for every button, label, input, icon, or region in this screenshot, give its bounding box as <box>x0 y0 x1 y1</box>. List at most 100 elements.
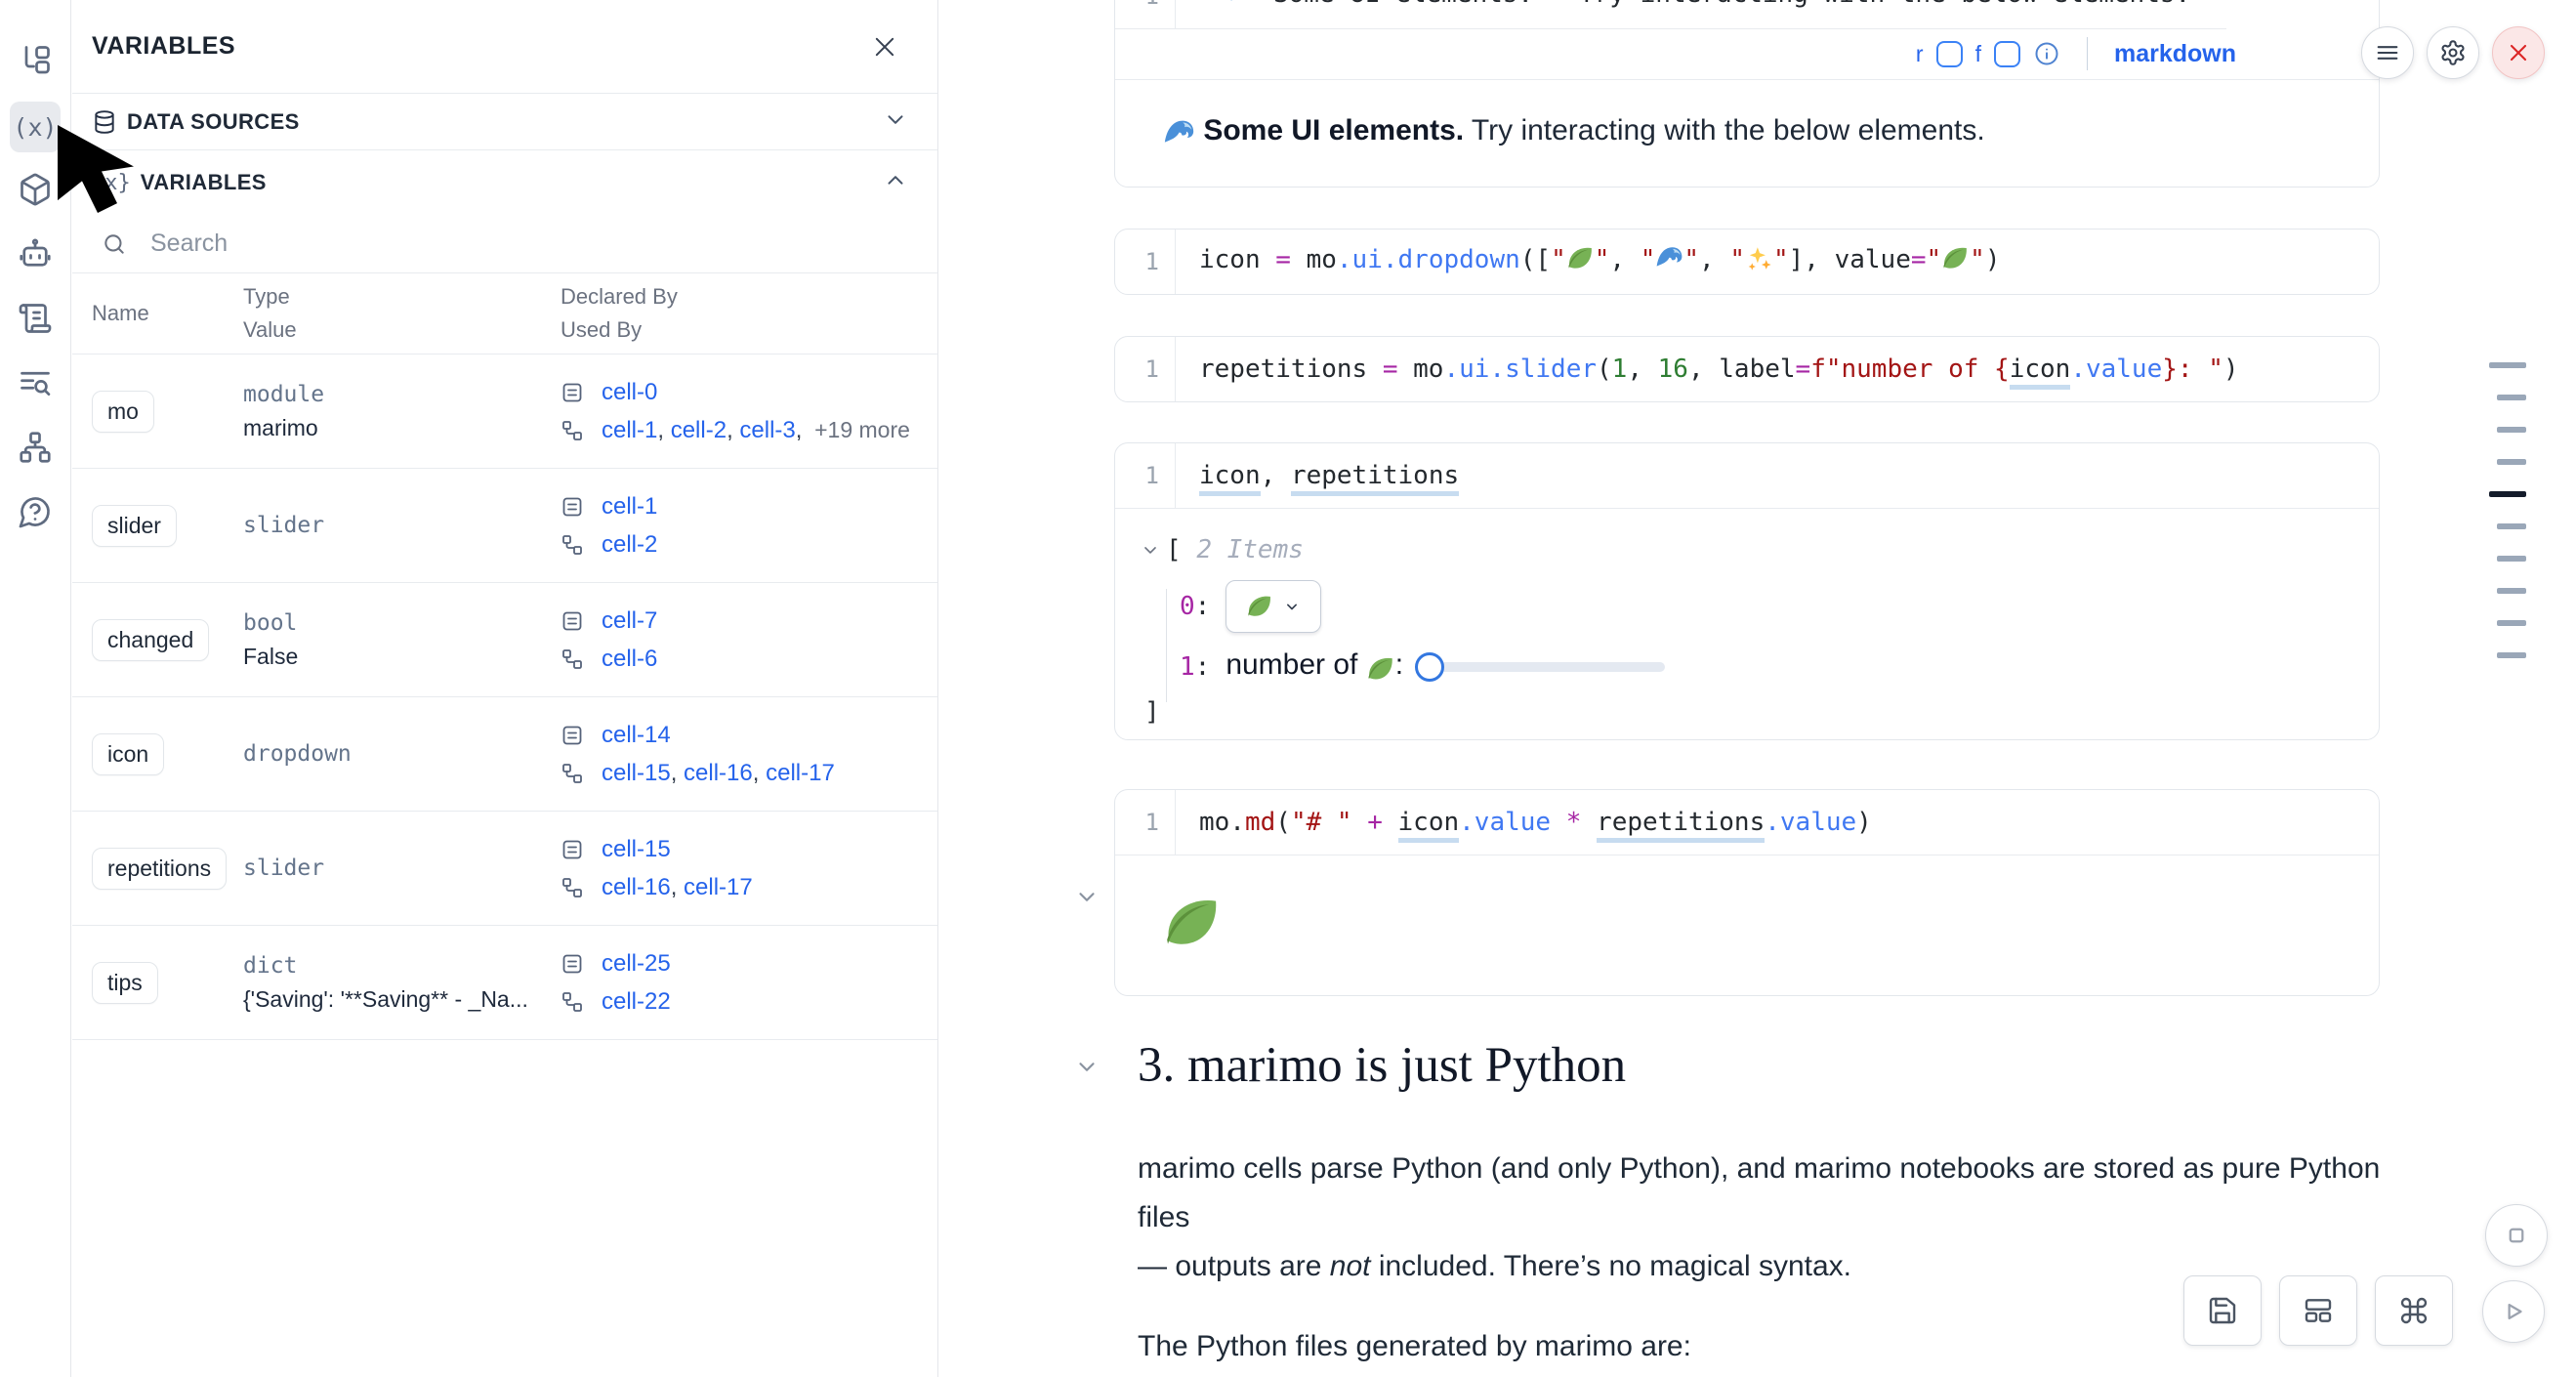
used-by-icon <box>561 647 584 671</box>
minimap-mark[interactable] <box>2497 556 2526 562</box>
cell-link[interactable]: cell-17 <box>684 874 753 900</box>
leaf-emoji <box>1366 653 1395 687</box>
variables-section-label: VARIABLES <box>141 170 883 195</box>
log-search-icon <box>18 365 53 405</box>
cell-link[interactable]: cell-7 <box>602 607 657 634</box>
code-line[interactable]: icon = mo.ui.dropdown(["", "", ""], valu… <box>1176 244 2000 279</box>
chevron-down-icon <box>1282 597 1302 616</box>
command-icon <box>2398 1295 2430 1326</box>
cell-link[interactable]: cell-0 <box>602 379 657 405</box>
code-cell: 1 icon, repetitions [ 2 Items 0: 1: <box>1114 442 2380 740</box>
code-cell: 1 repetitions = mo.ui.slider(1, 16, labe… <box>1114 336 2380 402</box>
leaf-emoji <box>1246 593 1273 620</box>
table-row: slider slider cell-1 cell-2 <box>72 469 937 583</box>
wave-emoji <box>1229 0 1258 14</box>
line-number: 1 <box>1115 337 1176 401</box>
cell-editor[interactable]: 1 icon = mo.ui.dropdown(["", "", ""], va… <box>1115 230 2379 294</box>
sidebar-item-logs[interactable] <box>10 359 61 410</box>
column-declared-used: Declared ByUsed By <box>561 280 918 347</box>
shortcuts-button[interactable] <box>2375 1275 2453 1346</box>
gear-icon <box>2439 39 2467 66</box>
interrupt-button[interactable] <box>2485 1204 2548 1267</box>
markdown-mode-label[interactable]: markdown <box>2114 40 2236 68</box>
minimap-mark[interactable] <box>2497 620 2526 626</box>
data-sources-section-header[interactable]: DATA SOURCES <box>72 94 937 150</box>
variable-name-badge: changed <box>92 619 209 661</box>
minimap-mark[interactable] <box>2489 362 2526 368</box>
minimap-mark[interactable] <box>2489 491 2526 497</box>
cell-link[interactable]: cell-14 <box>602 722 671 748</box>
code-line[interactable]: icon, repetitions <box>1176 461 1459 490</box>
menu-button[interactable] <box>2361 26 2414 79</box>
code-line[interactable]: mo.md("# " + icon.value * repetitions.va… <box>1176 808 1872 837</box>
sidebar-item-outline[interactable] <box>10 37 61 88</box>
markdown-cell-toolbar: r f markdown <box>1115 28 2379 79</box>
layout-icon <box>2303 1295 2334 1326</box>
tree-guide-line <box>1166 589 1167 702</box>
cell-link[interactable]: cell-15 <box>602 836 671 862</box>
f-checkbox[interactable] <box>1994 41 2020 67</box>
sidebar-item-snippets[interactable] <box>10 295 61 346</box>
sidebar-item-dependencies[interactable] <box>10 424 61 475</box>
cell-link[interactable]: cell-1 <box>602 417 657 443</box>
used-by-icon <box>561 762 584 785</box>
cell-link[interactable]: cell-2 <box>602 531 657 558</box>
toolbar-divider <box>2087 37 2088 70</box>
sidebar-item-ai[interactable] <box>10 230 61 281</box>
cell-link[interactable]: cell-3 <box>739 417 795 443</box>
search-input[interactable] <box>148 229 918 259</box>
package-icon <box>18 172 53 212</box>
code-line[interactable]: ** Some UI elements.** Try interacting w… <box>1176 0 2190 14</box>
icon-dropdown-select[interactable] <box>1226 580 1321 633</box>
declared-by-icon <box>561 609 584 633</box>
cell-link[interactable]: cell-2 <box>671 417 727 443</box>
cell-editor[interactable]: 1 mo.md("# " + icon.value * repetitions.… <box>1115 790 2379 855</box>
cell-link[interactable]: cell-6 <box>602 646 657 672</box>
sidebar-item-help[interactable] <box>10 488 61 539</box>
format-checkbox-label: f <box>1975 41 1981 67</box>
more-cells-label: +19 more <box>814 417 910 442</box>
slider-thumb[interactable] <box>1415 652 1444 682</box>
section-collapse-toggle[interactable] <box>1074 1054 1100 1084</box>
cell-link[interactable]: cell-22 <box>602 988 671 1015</box>
chevron-up-icon <box>883 168 908 198</box>
markdown-cell: 1 ** Some UI elements.** Try interacting… <box>1114 0 2380 188</box>
minimap-mark[interactable] <box>2497 523 2526 529</box>
cell-editor[interactable]: 1 ** Some UI elements.** Try interacting… <box>1115 0 2379 28</box>
minimap <box>2489 362 2526 685</box>
variables-section-header[interactable]: {x} VARIABLES <box>72 150 937 215</box>
cell-link[interactable]: cell-16 <box>684 760 753 786</box>
panel-header: VARIABLES <box>72 0 937 94</box>
close-panel-button[interactable] <box>871 33 898 61</box>
shutdown-button[interactable] <box>2492 26 2545 79</box>
run-button[interactable] <box>2482 1280 2545 1343</box>
repetitions-slider[interactable] <box>1419 662 1665 672</box>
cell-link[interactable]: cell-15 <box>602 760 671 786</box>
info-icon[interactable] <box>2033 40 2060 67</box>
tree-collapse-icon[interactable] <box>1141 540 1160 560</box>
table-row: tips dict{'Saving': '**Saving** - _Na...… <box>72 926 937 1040</box>
cell-editor[interactable]: 1 repetitions = mo.ui.slider(1, 16, labe… <box>1115 337 2379 401</box>
variables-panel: VARIABLES DATA SOURCES {x} VARIABLES Nam… <box>72 0 938 1377</box>
cell-link[interactable]: cell-16 <box>602 874 671 900</box>
minimap-mark[interactable] <box>2497 652 2526 658</box>
cell-link[interactable]: cell-25 <box>602 950 671 977</box>
settings-button[interactable] <box>2427 26 2479 79</box>
minimap-mark[interactable] <box>2497 427 2526 433</box>
sparkles-emoji <box>1745 244 1773 279</box>
cell-link[interactable]: cell-17 <box>766 760 835 786</box>
minimap-mark[interactable] <box>2497 395 2526 400</box>
minimap-mark[interactable] <box>2497 588 2526 594</box>
cell-collapse-toggle[interactable] <box>1074 884 1100 914</box>
close-icon <box>871 33 898 61</box>
cell-link[interactable]: cell-1 <box>602 493 657 520</box>
save-button[interactable] <box>2183 1275 2262 1346</box>
cell-editor[interactable]: 1 icon, repetitions <box>1115 443 2379 508</box>
code-cell: 1 mo.md("# " + icon.value * repetitions.… <box>1114 789 2380 996</box>
minimap-mark[interactable] <box>2497 459 2526 465</box>
markdown-output: Some UI elements. Try interacting with t… <box>1115 79 2379 187</box>
code-line[interactable]: repetitions = mo.ui.slider(1, 16, label=… <box>1176 355 2239 384</box>
r-checkbox[interactable] <box>1936 41 1963 67</box>
declared-by-icon <box>561 838 584 861</box>
layout-button[interactable] <box>2279 1275 2357 1346</box>
